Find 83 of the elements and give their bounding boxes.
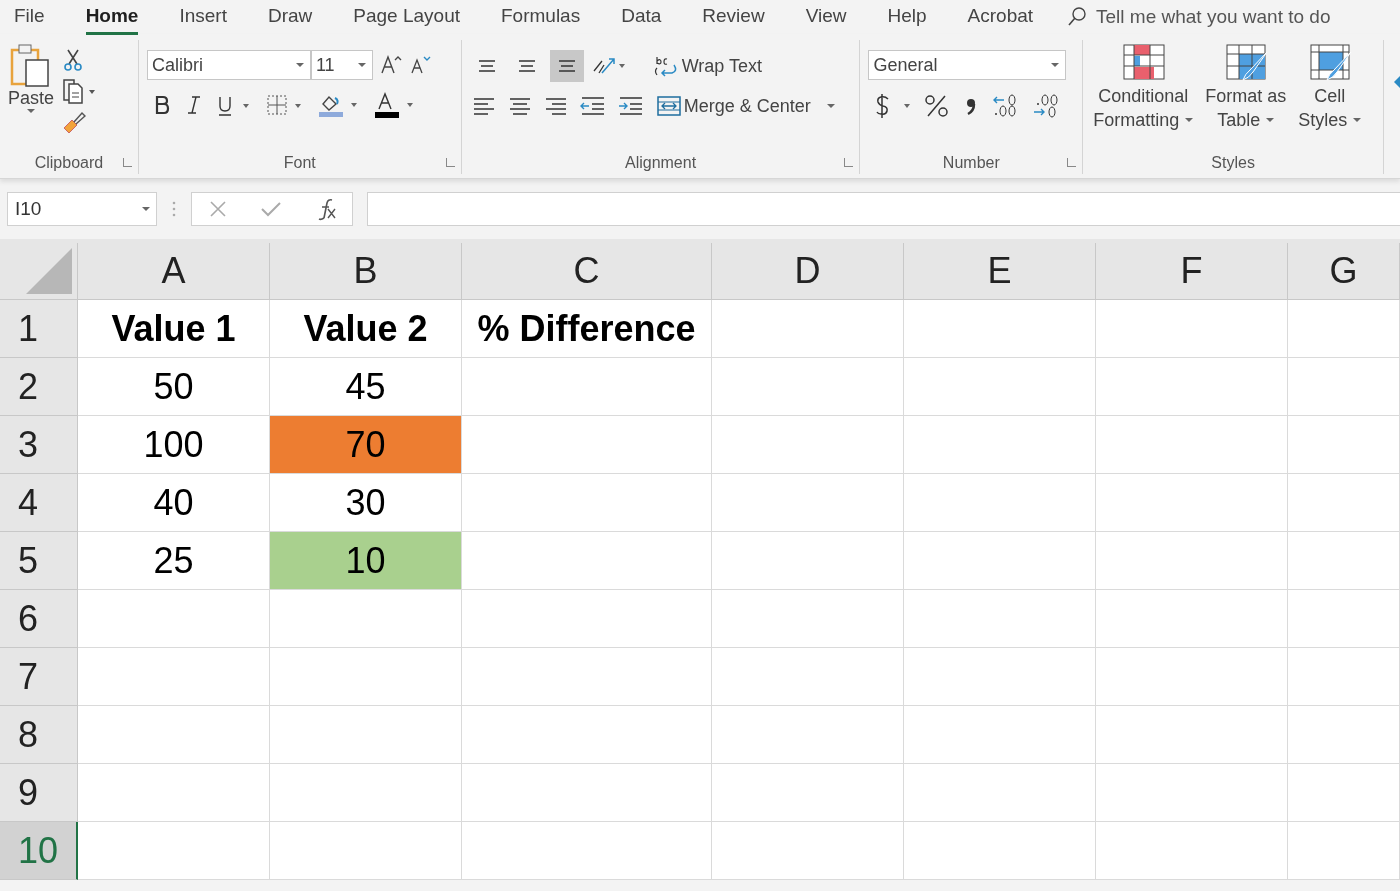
dialog-launcher-icon[interactable] bbox=[1067, 158, 1077, 167]
table-cell: 40 bbox=[78, 474, 270, 532]
ribbon-tab[interactable]: Acrobat bbox=[967, 1, 1034, 35]
caret-icon bbox=[1185, 118, 1194, 122]
ribbon-tab[interactable]: Formulas bbox=[501, 1, 581, 35]
row-header[interactable]: 1 bbox=[0, 300, 78, 358]
column-header[interactable]: A bbox=[78, 243, 270, 299]
table-cell: 70 bbox=[270, 416, 462, 474]
row-header[interactable]: 3 bbox=[0, 416, 78, 474]
grip-icon bbox=[171, 200, 177, 218]
styles-button[interactable]: Format as Table bbox=[1203, 42, 1289, 150]
table-cell: 10 bbox=[270, 532, 462, 590]
column-header[interactable]: G bbox=[1288, 243, 1400, 299]
row-header[interactable]: 8 bbox=[0, 706, 78, 764]
merge-cells-icon bbox=[655, 94, 682, 118]
font-size-dropdown[interactable]: 11 bbox=[310, 50, 373, 80]
vertical-align-icon bbox=[517, 60, 536, 72]
table-cell: 30 bbox=[270, 474, 462, 532]
merge-center-button[interactable]: Merge & Center bbox=[653, 94, 837, 118]
caret-icon bbox=[1353, 118, 1362, 122]
vertical-align-icon bbox=[477, 60, 496, 72]
table-cell: % Difference bbox=[462, 300, 712, 358]
ribbon-tab[interactable]: Data bbox=[621, 1, 662, 35]
caret-icon bbox=[295, 63, 304, 67]
caret-icon bbox=[826, 104, 835, 108]
ribbon-tab[interactable]: File bbox=[14, 1, 45, 35]
ribbon-tab[interactable]: Draw bbox=[267, 1, 313, 35]
button-label: Table bbox=[1217, 109, 1261, 132]
row-header[interactable]: 6 bbox=[0, 590, 78, 648]
ribbon-tab[interactable]: Home bbox=[85, 1, 139, 35]
tell-me-field[interactable]: Tell me what you want to do bbox=[1096, 6, 1347, 28]
ribbon-tab[interactable]: View bbox=[805, 1, 847, 35]
styles-button[interactable]: Cell Styles bbox=[1296, 42, 1364, 150]
button-label: Styles bbox=[1298, 109, 1348, 132]
group-label: Clipboard bbox=[34, 154, 104, 172]
caret-icon bbox=[357, 63, 366, 67]
column-header[interactable]: F bbox=[1096, 243, 1288, 299]
group-label: Styles bbox=[1211, 154, 1255, 172]
formula-input[interactable] bbox=[367, 192, 1400, 226]
row-header[interactable]: 9 bbox=[0, 764, 78, 822]
styles-button[interactable]: Conditional Formatting bbox=[1091, 42, 1196, 150]
ribbon-tab[interactable]: Page Layout bbox=[353, 1, 460, 35]
column-header[interactable]: D bbox=[712, 243, 904, 299]
ribbon-tab[interactable]: Insert bbox=[179, 1, 227, 35]
table-cell: 25 bbox=[78, 532, 270, 590]
group-label: Font bbox=[283, 154, 316, 172]
caret-icon bbox=[1051, 63, 1060, 67]
group-label: Number bbox=[942, 154, 1000, 172]
caret-icon bbox=[142, 207, 150, 211]
button-label: Format as bbox=[1205, 85, 1287, 108]
column-header[interactable]: B bbox=[270, 243, 462, 299]
row-header[interactable]: 5 bbox=[0, 532, 78, 590]
ribbon-tab[interactable]: Review bbox=[702, 1, 765, 35]
row-header[interactable]: 2 bbox=[0, 358, 78, 416]
paste-button[interactable]: Paste bbox=[8, 42, 55, 150]
table-cell: 100 bbox=[78, 416, 270, 474]
column-header[interactable]: E bbox=[904, 243, 1096, 299]
column-header[interactable]: C bbox=[462, 243, 712, 299]
ribbon-tab[interactable]: Help bbox=[887, 1, 927, 35]
button-label: Conditional bbox=[1098, 85, 1189, 108]
caret-icon bbox=[27, 109, 35, 113]
dialog-launcher-icon[interactable] bbox=[122, 158, 132, 167]
button-label: Formatting bbox=[1093, 109, 1180, 132]
scissors-icon[interactable] bbox=[62, 48, 85, 72]
wrap-text-button[interactable]: Wrap Text bbox=[651, 53, 765, 79]
number-format-dropdown[interactable]: General bbox=[868, 50, 1067, 80]
font-name-dropdown[interactable]: Calibri bbox=[146, 50, 311, 80]
group-label: Alignment bbox=[624, 154, 697, 172]
table-cell: 50 bbox=[78, 358, 270, 416]
dialog-launcher-icon[interactable] bbox=[445, 158, 455, 167]
table-cell: Value 2 bbox=[270, 300, 462, 358]
caret-icon bbox=[1266, 118, 1275, 122]
table-cell: 45 bbox=[270, 358, 462, 416]
brush-icon[interactable] bbox=[62, 110, 87, 134]
vertical-align-button[interactable] bbox=[549, 50, 584, 82]
vertical-align-icon bbox=[557, 60, 576, 72]
row-header[interactable]: 7 bbox=[0, 648, 78, 706]
row-header[interactable]: 10 bbox=[0, 822, 78, 880]
row-header[interactable]: 4 bbox=[0, 474, 78, 532]
button-label: Cell bbox=[1314, 85, 1346, 108]
name-box[interactable]: I10 bbox=[7, 192, 157, 226]
table-cell: Value 1 bbox=[78, 300, 270, 358]
dialog-launcher-icon[interactable] bbox=[844, 158, 854, 167]
